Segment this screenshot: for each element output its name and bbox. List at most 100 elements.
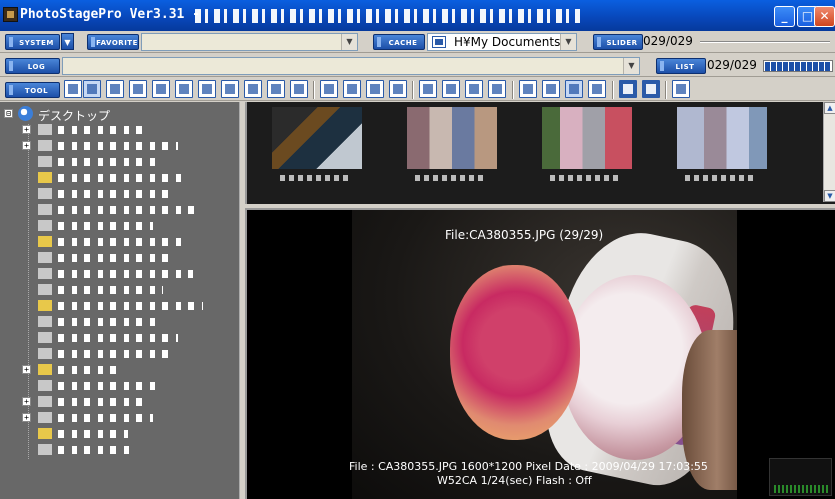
tree-item[interactable] [28,348,238,360]
tree-item-label-redacted [58,350,168,358]
zoom-1x-icon[interactable] [175,80,193,98]
expand-icon[interactable]: + [22,413,31,422]
system-dropdown-button[interactable]: ▼ [61,33,74,50]
slider-counter: 029/029 [643,34,693,48]
thumbnail-image [677,107,767,169]
thumbnail-strip[interactable]: ▲ ▼ [245,102,835,204]
expand-icon[interactable]: + [22,141,31,150]
next-arrow-icon[interactable] [642,80,660,98]
slideshow-icon[interactable] [152,80,170,98]
rotate-right-icon[interactable] [267,80,285,98]
copy-icon[interactable] [389,80,407,98]
log-dropdown[interactable]: ▼ [62,57,640,75]
tree-item-label-redacted [58,126,148,134]
expand-icon[interactable]: + [22,365,31,374]
tree-item[interactable] [28,236,238,248]
folder-icon [38,156,52,167]
tree-item[interactable]: + [22,396,232,408]
four-pane-icon[interactable] [588,80,606,98]
toolbar-row-1: SYSTEM FAVORITE ▼ CACHE H¥My Documents ▼… [0,31,835,53]
thumbnail[interactable] [272,107,362,181]
thumbnail[interactable] [407,107,497,181]
tree-item[interactable] [28,300,238,312]
window-title: PhotoStagePro Ver3.31 - [20,7,201,22]
tree-item[interactable] [28,220,238,232]
chevron-down-icon[interactable]: ▼ [560,34,576,50]
tree-item[interactable] [28,204,238,216]
list-view-icon[interactable] [64,80,82,98]
slider-label: SLIDER [606,39,638,47]
check-icon[interactable] [343,80,361,98]
share-icon[interactable] [542,80,560,98]
tree-item[interactable]: + [22,364,232,376]
rotate-left-icon[interactable] [244,80,262,98]
file-header-overlay: File:CA380355.JPG (29/29) [445,228,604,242]
tree-item[interactable] [28,332,238,344]
help-icon[interactable] [198,80,216,98]
tree-item[interactable]: + [22,412,232,424]
prev-arrow-icon[interactable] [619,80,637,98]
tools-icon[interactable] [519,80,537,98]
folder-tree[interactable]: ⊟ デスクトップ + + + + + [0,102,240,499]
tree-item[interactable]: + [22,124,232,136]
split-view-icon[interactable] [488,80,506,98]
favorite-button[interactable]: FAVORITE [87,34,139,50]
flip-icon[interactable] [290,80,308,98]
compare-icon[interactable] [465,80,483,98]
collapse-icon[interactable]: ⊟ [4,109,13,118]
log-button[interactable]: LOG [5,58,60,74]
tree-item[interactable] [28,316,238,328]
tree-item[interactable] [28,188,238,200]
toolbar-separator [665,81,667,99]
expand-icon[interactable]: + [22,397,31,406]
chevron-down-icon[interactable]: ▼ [623,58,639,74]
tree-item-label-redacted [58,446,133,454]
stop-icon[interactable] [366,80,384,98]
tree-item[interactable] [28,268,238,280]
expand-icon[interactable]: + [22,125,31,134]
thumbnail-image [407,107,497,169]
tree-item-label-redacted [58,366,118,374]
image-viewer[interactable]: File:CA380355.JPG (29/29) File : CA38035… [245,208,835,499]
tree-item[interactable] [28,380,238,392]
path-dropdown[interactable]: H¥My Documents ▼ [427,33,577,51]
minimize-button[interactable]: _ [774,6,795,27]
system-button[interactable]: SYSTEM [5,34,60,50]
image-slider[interactable] [700,41,830,43]
mail-icon[interactable] [672,80,690,98]
tree-item[interactable] [28,444,238,456]
thumbnail[interactable] [542,107,632,181]
calc-icon[interactable] [442,80,460,98]
folder-icon [38,348,52,359]
slider-button[interactable]: SLIDER [593,34,643,50]
thumbnail-scrollbar[interactable]: ▲ ▼ [823,102,835,202]
edit-icon[interactable] [221,80,239,98]
list-button[interactable]: LIST [656,58,706,74]
panel-icon[interactable] [565,80,583,98]
tree-item-label-redacted [58,254,173,262]
tree-item-label-redacted [58,222,153,230]
app-icon [3,7,18,22]
tree-item[interactable] [28,252,238,264]
scroll-up-icon[interactable]: ▲ [824,102,835,114]
cache-button[interactable]: CACHE [373,34,425,50]
tree-item[interactable]: + [22,140,232,152]
refresh-icon[interactable] [419,80,437,98]
thumbnail-caption [415,175,485,181]
folder-icon [38,396,52,407]
scroll-down-icon[interactable]: ▼ [824,190,835,202]
tree-item[interactable] [28,284,238,296]
grid-view-icon[interactable] [129,80,147,98]
tool-button[interactable]: TOOL [5,82,60,98]
details-view-icon[interactable] [83,80,101,98]
favorite-dropdown[interactable]: ▼ [141,33,358,51]
folder-icon [38,172,52,183]
tree-item[interactable] [28,172,238,184]
thumbnail-view-icon[interactable] [106,80,124,98]
thumbnail[interactable] [677,107,767,181]
tree-item[interactable] [28,156,238,168]
chevron-down-icon[interactable]: ▼ [341,34,357,50]
tree-item[interactable] [28,428,238,440]
close-button[interactable]: ✕ [814,6,835,27]
frame-icon[interactable] [320,80,338,98]
